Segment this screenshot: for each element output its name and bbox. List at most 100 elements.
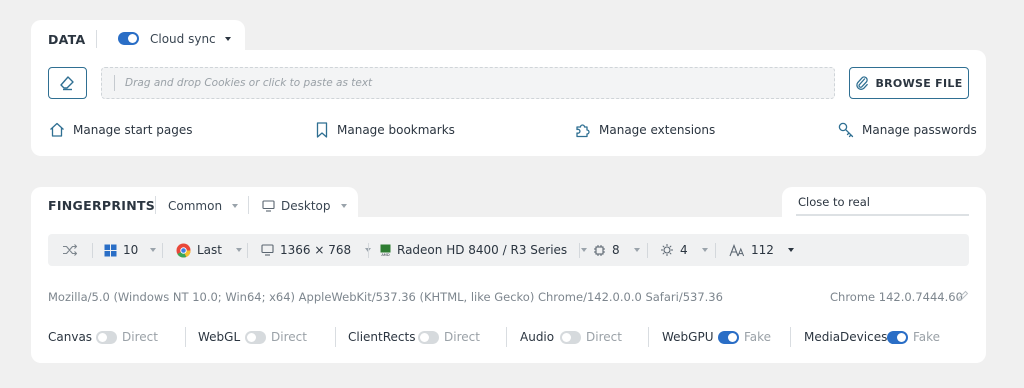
clientrects-setting: ClientRects xyxy=(348,330,415,344)
os-dropdown[interactable]: 10 xyxy=(104,234,157,266)
pencil-icon[interactable] xyxy=(957,290,969,302)
mediadevices-label: MediaDevices xyxy=(804,330,888,344)
bar-divider xyxy=(579,243,580,258)
webgl-label: WebGL xyxy=(198,330,241,344)
bookmark-icon xyxy=(316,122,328,138)
device-label: Desktop xyxy=(281,199,331,213)
shuffle-icon xyxy=(63,244,78,256)
manage-passwords-link[interactable]: Manage passwords xyxy=(837,121,977,139)
memory-value: 4 xyxy=(680,243,688,257)
gpu-value: Radeon HD 8400 / R3 Series xyxy=(397,243,568,257)
audio-setting: Audio xyxy=(520,330,554,344)
dropzone-handle xyxy=(114,75,115,91)
fonts-dropdown[interactable]: 112 xyxy=(729,234,794,266)
cloud-sync-label: Cloud sync xyxy=(150,32,216,46)
mediadevices-mode-label: Fake xyxy=(913,330,941,344)
clientrects-toggle[interactable] xyxy=(418,331,439,344)
webgpu-toggle[interactable] xyxy=(718,331,739,344)
chrome-version-text: Chrome 142.0.7444.60 xyxy=(830,290,963,304)
windows-icon xyxy=(104,244,117,256)
cpu-icon xyxy=(594,244,605,256)
fingerprints-title: FINGERPRINTS xyxy=(48,198,156,213)
chevron-down-icon xyxy=(581,248,588,252)
webgl-toggle[interactable] xyxy=(245,331,266,344)
fingerprint-params-bar: 10 Last 1366 × 768 AMD Radeon HD 8400 / … xyxy=(48,234,969,266)
chevron-down-icon xyxy=(701,248,708,252)
webgpu-mode-label: Fake xyxy=(744,330,772,344)
chevron-down-icon xyxy=(232,204,239,208)
manage-bookmarks-link[interactable]: Manage bookmarks xyxy=(314,121,455,139)
webgpu-label: WebGPU xyxy=(662,330,714,344)
monitor-icon xyxy=(261,244,274,256)
data-card xyxy=(31,50,986,156)
amd-icon: AMD xyxy=(380,244,391,256)
os-value: 10 xyxy=(123,243,139,257)
eraser-icon xyxy=(60,76,74,91)
data-section-title: DATA xyxy=(48,32,86,47)
header-divider xyxy=(155,196,156,214)
bar-divider xyxy=(247,243,248,258)
preset-dropdown[interactable]: Common xyxy=(168,199,239,213)
home-icon xyxy=(50,122,64,137)
audio-toggle[interactable] xyxy=(560,331,581,344)
resolution-value: 1366 × 768 xyxy=(280,243,352,257)
browser-version-dropdown[interactable]: Last xyxy=(176,234,242,266)
cpu-cores-value: 8 xyxy=(612,243,620,257)
paperclip-icon xyxy=(856,76,869,90)
cloud-sync-toggle[interactable] xyxy=(118,32,139,45)
webgl-mode: Direct xyxy=(271,330,307,344)
bar-divider xyxy=(647,243,648,258)
cookies-dropzone[interactable]: Drag and drop Cookies or click to paste … xyxy=(101,67,835,99)
canvas-label: Canvas xyxy=(48,330,93,344)
header-divider xyxy=(96,30,97,48)
manage-extensions-link[interactable]: Manage extensions xyxy=(574,121,715,139)
device-dropdown[interactable]: Desktop xyxy=(262,199,347,213)
cookies-placeholder: Drag and drop Cookies or click to paste … xyxy=(125,77,373,89)
webgpu-setting: WebGPU xyxy=(662,330,713,344)
bar-divider xyxy=(92,243,93,258)
key-icon xyxy=(838,122,854,138)
bar-divider xyxy=(368,243,369,258)
header-divider xyxy=(248,196,249,214)
clear-cookies-button[interactable] xyxy=(48,67,87,99)
chevron-down-icon xyxy=(787,248,794,252)
webgl-mode-label: Direct xyxy=(271,330,307,344)
manage-start-pages-link[interactable]: Manage start pages xyxy=(48,121,192,139)
browse-file-label: BROWSE FILE xyxy=(875,76,963,90)
svg-text:AMD: AMD xyxy=(381,253,390,256)
audio-mode-label: Direct xyxy=(586,330,622,344)
protection-divider xyxy=(185,327,186,347)
fonts-value: 112 xyxy=(751,243,774,257)
chevron-down-icon xyxy=(340,204,347,208)
randomize-button[interactable] xyxy=(62,234,78,266)
canvas-toggle[interactable] xyxy=(96,331,117,344)
gpu-dropdown[interactable]: AMD Radeon HD 8400 / R3 Series xyxy=(380,234,588,266)
manage-passwords-label: Manage passwords xyxy=(862,123,977,137)
clientrects-label: ClientRects xyxy=(348,330,416,344)
chevron-down-icon xyxy=(150,248,157,252)
protection-divider xyxy=(648,327,649,347)
chevron-down-icon xyxy=(633,248,640,252)
protection-divider xyxy=(506,327,507,347)
webgpu-mode: Fake xyxy=(744,330,771,344)
browse-file-button[interactable]: BROWSE FILE xyxy=(849,67,969,99)
clientrects-mode: Direct xyxy=(444,330,480,344)
puzzle-icon xyxy=(576,124,590,138)
close-to-real-label[interactable]: Close to real xyxy=(798,195,870,209)
user-agent-text[interactable]: Mozilla/5.0 (Windows NT 10.0; Win64; x64… xyxy=(48,290,723,304)
canvas-mode: Direct xyxy=(122,330,158,344)
mediadevices-toggle[interactable] xyxy=(887,331,908,344)
close-to-real-underline xyxy=(796,214,969,216)
cpu-cores-dropdown[interactable]: 8 xyxy=(593,234,640,266)
cloud-sync-dropdown[interactable]: Cloud sync xyxy=(150,32,231,46)
canvas-setting: Canvas xyxy=(48,330,92,344)
chrome-icon xyxy=(176,243,191,258)
audio-mode: Direct xyxy=(586,330,622,344)
chevron-down-icon xyxy=(236,248,242,252)
chevron-down-icon xyxy=(224,37,231,41)
preset-label: Common xyxy=(168,199,223,213)
protection-divider xyxy=(335,327,336,347)
memory-dropdown[interactable]: 4 xyxy=(660,234,708,266)
manage-extensions-label: Manage extensions xyxy=(599,123,716,137)
resolution-dropdown[interactable]: 1366 × 768 xyxy=(261,234,372,266)
